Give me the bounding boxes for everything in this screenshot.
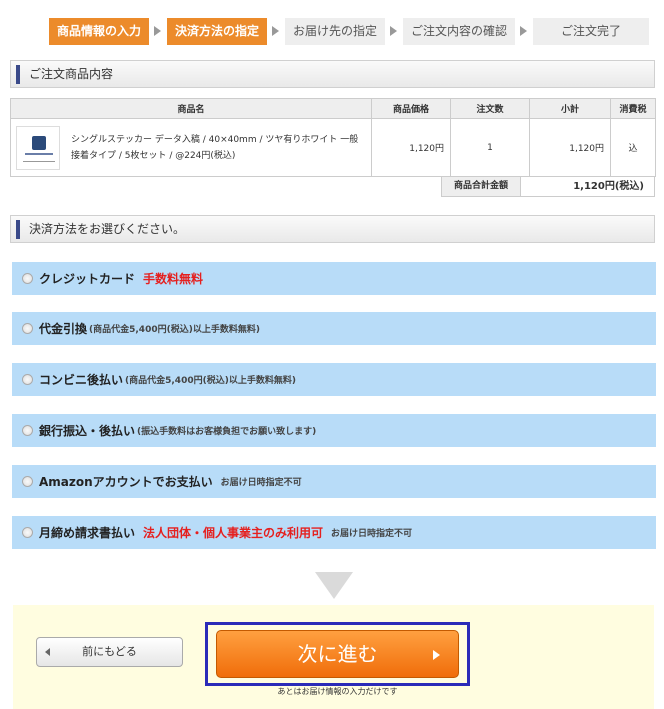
- step-arrow-icon: [267, 18, 285, 45]
- radio-button[interactable]: [22, 273, 33, 284]
- step-arrow-icon: [149, 18, 167, 45]
- radio-button[interactable]: [22, 323, 33, 334]
- col-product-name: 商品名: [10, 98, 372, 119]
- option-highlight: 手数料無料: [143, 272, 204, 286]
- step-payment-method: 決済方法の指定: [167, 18, 268, 45]
- option-label: 月締め請求書払い: [39, 526, 136, 540]
- next-button-label: 次に進む: [297, 642, 378, 666]
- product-tax: 込: [610, 118, 656, 177]
- radio-button[interactable]: [22, 425, 33, 436]
- table-row: シングルステッカー データ入稿 / 40×40mm / ツヤ有りホワイト 一般接…: [10, 118, 656, 177]
- radio-button[interactable]: [22, 476, 33, 487]
- back-button-label: 前にもどる: [82, 645, 137, 658]
- section-bar: [16, 65, 20, 84]
- product-name: シングルステッカー データ入稿 / 40×40mm / ツヤ有りホワイト 一般接…: [71, 134, 359, 161]
- order-section-header: ご注文商品内容: [10, 60, 655, 88]
- col-price: 商品価格: [371, 98, 451, 119]
- total-label: 商品合計金額: [441, 176, 521, 197]
- payment-option-cod[interactable]: 代金引換 (商品代金5,400円(税込)以上手数料無料): [12, 312, 656, 345]
- product-subtotal: 1,120円: [529, 118, 611, 177]
- chevron-left-icon: [45, 648, 50, 656]
- next-button[interactable]: 次に進む: [216, 630, 459, 678]
- next-note: あとはお届け情報の入力だけです: [277, 687, 398, 696]
- checkout-steps: 商品情報の入力 決済方法の指定 お届け先の指定 ご注文内容の確認 ご注文完了: [49, 18, 650, 45]
- product-qty: 1: [450, 118, 530, 177]
- step-arrow-icon: [385, 18, 403, 45]
- cart-total: 商品合計金額 1,120円(税込): [441, 176, 655, 197]
- option-sub: (振込手数料はお客様負担でお願い致します): [137, 427, 317, 437]
- next-button-highlight: 次に進む: [205, 622, 470, 686]
- payment-option-credit-card[interactable]: クレジットカード 手数料無料: [12, 262, 656, 295]
- payment-section-title: 決済方法をお選びください。: [29, 222, 186, 236]
- col-tax: 消費税: [610, 98, 656, 119]
- option-note: お届け日時指定不可: [331, 529, 413, 539]
- option-sub: (商品代金5,400円(税込)以上手数料無料): [89, 325, 260, 335]
- step-confirm: ご注文内容の確認: [403, 18, 516, 45]
- option-sub: (商品代金5,400円(税込)以上手数料無料): [125, 376, 296, 386]
- cart-header-row: 商品名 商品価格 注文数 小計 消費税: [10, 98, 656, 119]
- brand-logo-icon: [32, 135, 46, 150]
- section-bar: [16, 220, 20, 239]
- back-button[interactable]: 前にもどる: [36, 637, 183, 667]
- step-complete: ご注文完了: [533, 18, 650, 45]
- payment-section-header: 決済方法をお選びください。: [10, 215, 655, 243]
- option-label: 代金引換: [39, 322, 88, 336]
- chevron-right-icon: [433, 650, 440, 660]
- step-arrow-icon: [515, 18, 533, 45]
- total-value: 1,120円(税込): [521, 176, 655, 197]
- option-label: Amazonアカウントでお支払い: [39, 475, 213, 489]
- option-label: 銀行振込・後払い: [39, 424, 136, 438]
- payment-option-bank[interactable]: 銀行振込・後払い (振込手数料はお客様負担でお願い致します): [12, 414, 656, 447]
- product-cell: シングルステッカー データ入稿 / 40×40mm / ツヤ有りホワイト 一般接…: [10, 118, 372, 177]
- col-qty: 注文数: [450, 98, 530, 119]
- option-label: コンビニ後払い: [39, 373, 124, 387]
- product-thumbnail: [16, 125, 60, 170]
- col-subtotal: 小計: [529, 98, 611, 119]
- payment-option-convenience[interactable]: コンビニ後払い (商品代金5,400円(税込)以上手数料無料): [12, 363, 656, 396]
- radio-button[interactable]: [22, 374, 33, 385]
- product-price: 1,120円: [371, 118, 451, 177]
- order-section-title: ご注文商品内容: [29, 67, 114, 81]
- option-label: クレジットカード: [39, 272, 136, 286]
- option-highlight: 法人団体・個人事業主のみ利用可: [143, 526, 324, 540]
- step-product-info: 商品情報の入力: [49, 18, 150, 45]
- option-note: お届け日時指定不可: [220, 478, 302, 488]
- payment-option-amazon[interactable]: Amazonアカウントでお支払い お届け日時指定不可: [12, 465, 656, 498]
- cart-table: 商品名 商品価格 注文数 小計 消費税 シングルステッカー データ入稿 / 40…: [10, 98, 656, 177]
- step-delivery: お届け先の指定: [285, 18, 386, 45]
- down-arrow-icon: [315, 572, 353, 599]
- payment-option-invoice[interactable]: 月締め請求書払い 法人団体・個人事業主のみ利用可 お届け日時指定不可: [12, 516, 656, 549]
- radio-button[interactable]: [22, 527, 33, 538]
